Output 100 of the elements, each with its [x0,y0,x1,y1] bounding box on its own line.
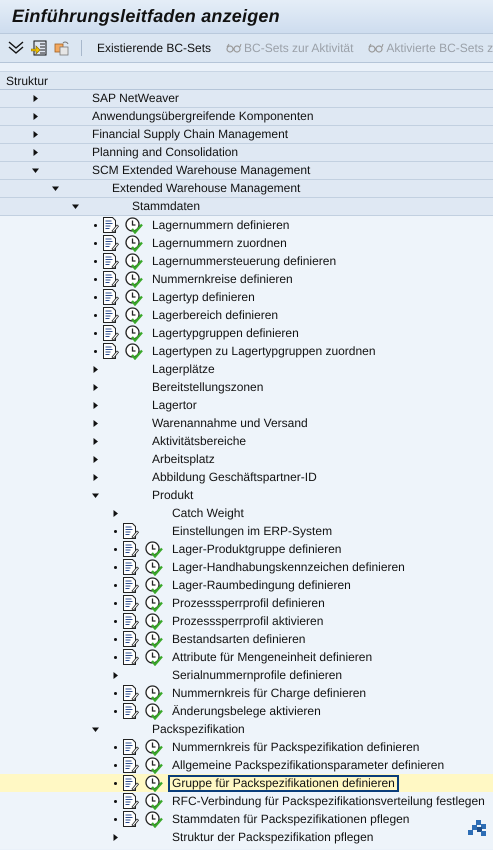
clock-check-icon[interactable] [125,270,143,288]
collapse-icon[interactable] [52,185,59,192]
clock-check-icon[interactable] [125,252,143,270]
tree-node[interactable]: Nummernkreis für Charge definieren [168,684,370,702]
tree-node[interactable]: Gruppe für Packspezifikationen definieren [168,774,399,792]
tree-node[interactable]: Einstellungen im ERP-System [168,522,336,540]
expand-icon[interactable] [32,95,39,102]
tree-node[interactable]: Abbildung Geschäftspartner-ID [148,468,321,486]
tree-node[interactable]: Lagertyp definieren [148,288,259,306]
tree-node[interactable]: Lager-Raumbedingung definieren [168,576,355,594]
tree-node[interactable]: Stammdaten [128,198,204,215]
clock-check-icon[interactable] [145,558,163,576]
tree-node[interactable]: Lagertypgruppen definieren [148,324,303,342]
tree-node[interactable]: RFC-Verbindung für Packspezifikationsverteilung festlegen [168,792,489,810]
expand-icon[interactable] [92,366,99,372]
collapse-icon[interactable] [72,203,79,210]
clock-check-icon[interactable] [125,342,143,360]
expand-icon[interactable] [92,402,99,408]
tree-node[interactable]: SAP NetWeaver [88,90,183,107]
tree-node[interactable]: Serialnummernprofile definieren [168,666,346,684]
tree-node[interactable]: Lager-Handhabungskennzeichen definieren [168,558,409,576]
clock-check-icon[interactable] [145,684,163,702]
document-icon[interactable] [102,325,120,341]
clock-check-icon[interactable] [145,576,163,594]
copy-icon[interactable] [54,40,70,56]
document-icon[interactable] [102,217,120,233]
tree-node[interactable]: Lagertor [148,396,201,414]
tree-node[interactable]: Prozesssperrprofil definieren [168,594,329,612]
expand-icon[interactable] [92,420,99,426]
collapse-icon[interactable] [92,492,99,498]
tree-node[interactable]: Änderungsbelege aktivieren [168,702,325,720]
document-icon[interactable] [122,649,140,665]
document-icon[interactable] [122,775,140,791]
document-icon[interactable] [122,631,140,647]
collapse-icon[interactable] [32,167,39,174]
clock-check-icon[interactable] [145,540,163,558]
clock-check-icon[interactable] [145,648,163,666]
tree-node[interactable]: Lagertypen zu Lagertypgruppen zuordnen [148,342,380,360]
document-icon[interactable] [122,685,140,701]
clock-check-icon[interactable] [145,756,163,774]
clock-check-icon[interactable] [125,306,143,324]
tree-node[interactable]: Lagerbereich definieren [148,306,282,324]
tree-node[interactable]: Prozesssperrprofil aktivieren [168,612,328,630]
tree-node[interactable]: Produkt [148,486,198,504]
clock-check-icon[interactable] [145,792,163,810]
toolbar-button[interactable]: Existierende BC-Sets [93,39,216,57]
expand-icon[interactable] [112,672,119,678]
clock-check-icon[interactable] [145,612,163,630]
expand-icon[interactable] [92,384,99,390]
collapse-icon[interactable] [92,726,99,732]
clock-check-icon[interactable] [125,216,143,234]
document-icon[interactable] [102,253,120,269]
tree-node[interactable]: Nummernkreise definieren [148,270,297,288]
tree-node[interactable]: Arbeitsplatz [148,450,219,468]
tree-node[interactable]: Struktur der Packspezifikation pflegen [168,828,378,846]
expand-icon[interactable] [112,834,119,840]
document-icon[interactable] [122,559,140,575]
tree-node[interactable]: Lager-Produktgruppe definieren [168,540,346,558]
expand-icon[interactable] [32,113,39,120]
tree-node[interactable]: Bestandsarten definieren [168,630,310,648]
tree-node[interactable]: Stammdaten für Packspezifikationen pflegen [168,810,414,828]
clock-check-icon[interactable] [125,288,143,306]
expand-all-icon[interactable] [8,41,24,55]
document-icon[interactable] [122,811,140,827]
tree-node[interactable]: Lagernummersteuerung definieren [148,252,340,270]
expand-icon[interactable] [92,438,99,444]
document-icon[interactable] [122,613,140,629]
document-icon[interactable] [122,541,140,557]
clock-check-icon[interactable] [145,738,163,756]
tree-node[interactable]: Lagerplätze [148,360,219,378]
tree-node[interactable]: Aktivitätsbereiche [148,432,250,450]
document-icon[interactable] [122,793,140,809]
document-icon[interactable] [122,757,140,773]
tree-node[interactable]: Bereitstellungszonen [148,378,268,396]
tree-node[interactable]: Lagernummern definieren [148,216,294,234]
document-icon[interactable] [122,595,140,611]
tree-node[interactable]: Attribute für Mengeneinheit definieren [168,648,376,666]
tree-node[interactable]: Catch Weight [168,504,248,522]
expand-icon[interactable] [32,131,39,138]
clock-check-icon[interactable] [145,630,163,648]
clock-check-icon[interactable] [125,324,143,342]
tree-node[interactable]: Nummernkreis für Packspezifikation definieren [168,738,424,756]
tree-node[interactable]: Allgemeine Packspezifikationsparameter definieren [168,756,448,774]
tree-node[interactable]: Warenannahme und Versand [148,414,312,432]
expand-icon[interactable] [92,474,99,480]
document-icon[interactable] [102,289,120,305]
tree-node[interactable]: Packspezifikation [148,720,249,738]
expand-icon[interactable] [92,456,99,462]
document-icon[interactable] [122,577,140,593]
document-icon[interactable] [102,235,120,251]
document-icon[interactable] [102,343,120,359]
clock-check-icon[interactable] [145,810,163,828]
clock-check-icon[interactable] [145,594,163,612]
document-icon[interactable] [102,307,120,323]
document-icon[interactable] [122,739,140,755]
clock-check-icon[interactable] [125,234,143,252]
tree-node[interactable]: Lagernummern zuordnen [148,234,291,252]
document-icon[interactable] [122,523,140,539]
expand-icon[interactable] [32,149,39,156]
document-icon[interactable] [102,271,120,287]
